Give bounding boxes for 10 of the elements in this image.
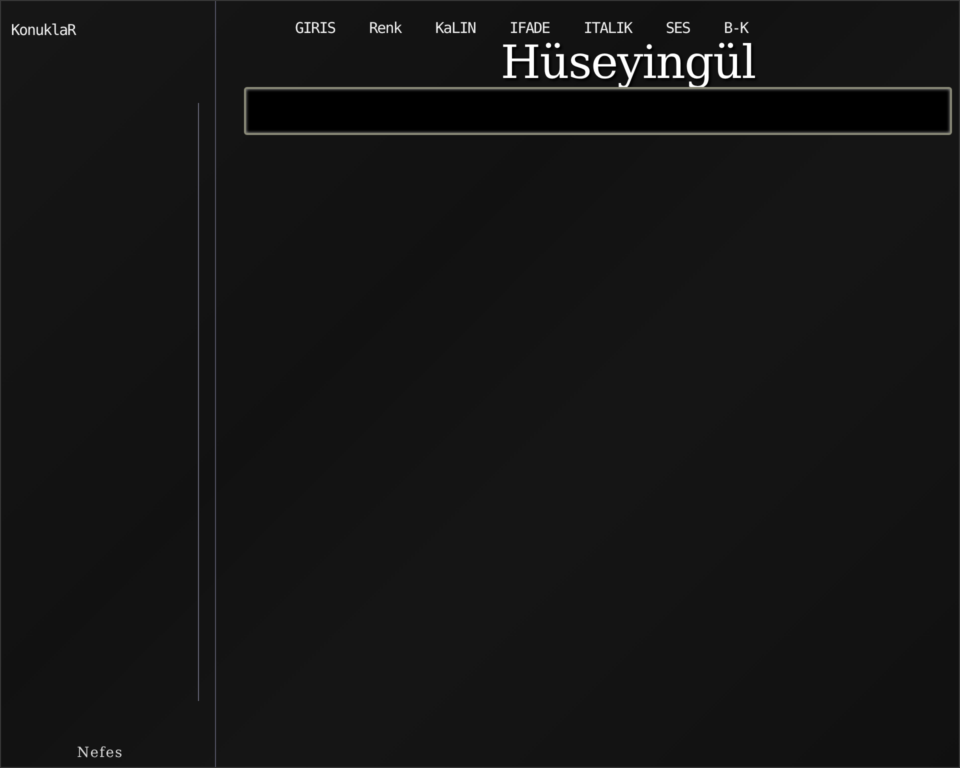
- footer-text: Nefes: [77, 745, 124, 761]
- nav-button[interactable]: IFADE: [509, 19, 550, 37]
- header-title: Hüseyingül: [500, 37, 756, 87]
- nav-button[interactable]: KaLIN: [435, 19, 476, 37]
- nav-button[interactable]: ITALIK: [584, 19, 632, 37]
- nav-button[interactable]: SES: [666, 19, 690, 37]
- nav-button[interactable]: GIRIS: [295, 19, 336, 37]
- sidebar-title: KonuklaR: [11, 21, 77, 39]
- nav-button[interactable]: B-K: [724, 19, 748, 37]
- nav-button[interactable]: Renk: [369, 19, 402, 37]
